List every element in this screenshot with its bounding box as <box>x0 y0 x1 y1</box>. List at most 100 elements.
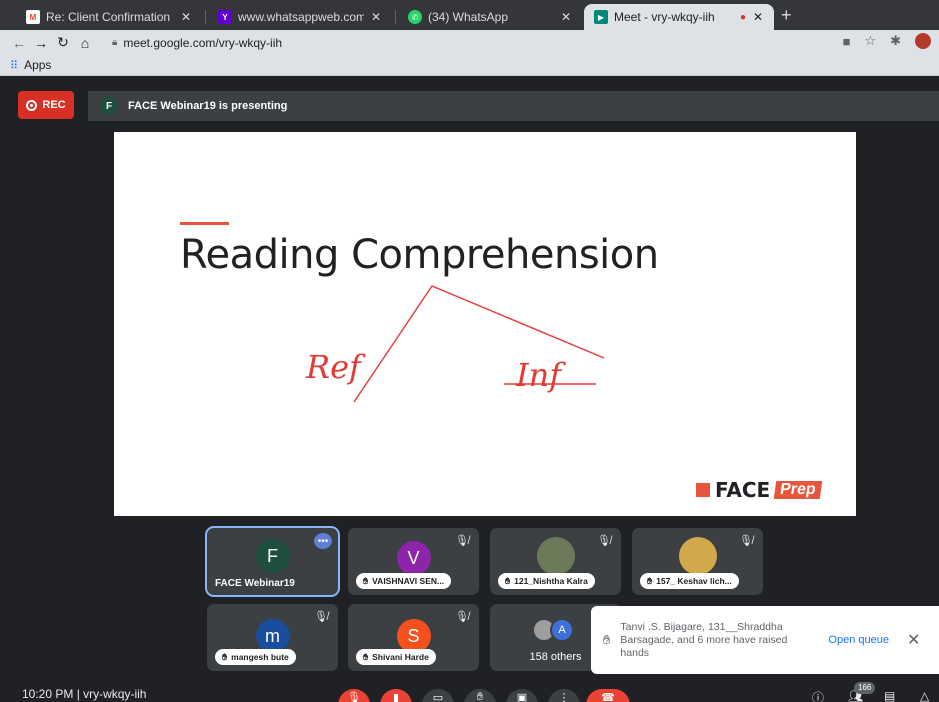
presenter-avatar: F <box>100 97 118 115</box>
camera-in-use-icon[interactable]: ■ <box>843 34 851 49</box>
tab-separator <box>395 10 396 24</box>
participant-name-chip: ✋︎ mangesh bute <box>215 649 296 665</box>
participant-tile[interactable]: F ••• FACE Webinar19 <box>205 526 340 597</box>
presenting-banner: F FACE Webinar19 is presenting <box>88 91 939 121</box>
open-queue-button[interactable]: Open queue <box>828 634 889 646</box>
mic-off-icon: 🎙︎̸ <box>455 535 469 547</box>
meeting-details-icon[interactable]: ⓘ <box>812 689 824 702</box>
meet-window: REC F FACE Webinar19 is presenting Readi… <box>0 76 939 702</box>
present-screen-icon: ▣ <box>516 692 528 702</box>
participant-name-chip: ✋︎ Shivani Harde <box>356 649 436 665</box>
raised-hand-icon: ✋︎ <box>603 632 611 647</box>
profile-avatar[interactable] <box>915 33 931 49</box>
captions-button[interactable]: ▭ <box>422 689 454 702</box>
record-icon <box>26 99 38 111</box>
chat-icon[interactable]: ▤ <box>884 689 895 702</box>
leave-call-button[interactable]: ☎︎ <box>586 689 630 702</box>
captions-icon: ▭ <box>432 692 444 702</box>
present-button[interactable]: ▣ <box>506 689 538 702</box>
raised-hand-icon: ✋︎ <box>505 575 511 586</box>
participant-tile[interactable]: 🎙︎̸ ✋︎ 157_ Keshav lich... <box>632 528 763 595</box>
raised-hand-icon: ✋︎ <box>363 651 369 662</box>
close-icon[interactable]: ✕ <box>180 10 192 24</box>
participant-tile[interactable]: 🎙︎̸ ✋︎ 121_Nishtha Kalra <box>490 528 621 595</box>
participant-count-badge: 166 <box>854 682 876 694</box>
tab-gmail[interactable]: M Re: Client Confirmation M ✕ <box>16 4 202 30</box>
more-vert-icon: ⋮ <box>558 692 570 702</box>
participant-name: FACE Webinar19 <box>215 578 295 589</box>
mic-off-icon: 🎙︎ <box>347 692 361 702</box>
participant-avatar: m <box>255 619 290 653</box>
participant-tile[interactable]: m 🎙︎̸ ✋︎ mangesh bute <box>207 604 338 671</box>
yahoo-icon: Y <box>218 10 232 24</box>
tab-strip: M Re: Client Confirmation M ✕ Y www.what… <box>0 0 939 30</box>
close-icon[interactable]: ✕ <box>560 10 572 24</box>
participant-tile[interactable]: S 🎙︎̸ ✋︎ Shivani Harde <box>348 604 479 671</box>
annotation-left: Ref <box>305 348 366 386</box>
participant-avatar: A <box>550 618 574 642</box>
mic-off-icon: 🎙︎̸ <box>597 535 611 547</box>
address-bar[interactable]: 🔒︎ meet.google.com/vry-wkqy-iih <box>112 33 282 52</box>
close-icon[interactable]: ✕ <box>907 630 920 650</box>
close-icon[interactable]: ✕ <box>752 10 764 24</box>
tab-meet[interactable]: ▶ Meet - vry-wkqy-iih ● ✕ <box>584 4 774 30</box>
raised-hand-icon: ✋︎ <box>363 575 369 586</box>
more-options-button[interactable]: ⋮ <box>548 689 580 702</box>
participant-photo <box>678 537 717 575</box>
apps-bookmark[interactable]: Apps <box>24 58 51 72</box>
reload-icon[interactable]: ↻ <box>52 34 74 51</box>
pen-annotation: Ref Inf <box>305 285 605 403</box>
whatsapp-icon: ✆ <box>408 10 422 24</box>
forward-arrow-icon[interactable]: → <box>30 35 52 51</box>
toolbar-actions: ■ ☆ ✱ <box>843 33 931 49</box>
raised-hand-icon: ✋︎ <box>647 575 653 586</box>
new-tab-button[interactable]: + <box>781 6 792 24</box>
raised-hand-icon: ✋︎ <box>222 651 228 662</box>
recording-button[interactable]: REC <box>18 91 74 119</box>
url-text: meet.google.com/vry-wkqy-iih <box>123 35 283 50</box>
raise-hand-button[interactable]: ✋︎ <box>464 689 496 702</box>
bookmark-star-icon[interactable]: ☆ <box>864 33 876 49</box>
raise-hand-icon: ✋︎ <box>476 691 484 702</box>
mic-off-icon: 🎙︎̸ <box>739 535 753 547</box>
tab-whatsapp[interactable]: ✆ (34) WhatsApp ✕ <box>398 4 582 30</box>
participant-name-chip: ✋︎ 121_Nishtha Kalra <box>498 573 595 589</box>
participant-name-chip: ✋︎ VAISHNAVI SEN... <box>356 573 452 589</box>
participant-avatar: F <box>255 539 290 573</box>
back-arrow-icon[interactable]: ← <box>8 35 30 51</box>
more-options-icon[interactable]: ••• <box>314 533 332 549</box>
tab-separator <box>205 10 206 24</box>
mic-toggle-button[interactable]: 🎙︎ <box>338 689 370 702</box>
presentation-slide: Reading Comprehension Ref Inf FACE Prep <box>114 132 856 516</box>
participant-avatar: V <box>396 541 431 575</box>
raised-hands-notification: ✋︎ Tanvi .S. Bijagare, 131__Shraddha Bar… <box>591 606 939 674</box>
home-icon[interactable]: ⌂ <box>74 35 96 51</box>
participant-name-chip: ✋︎ 157_ Keshav lich... <box>640 573 739 589</box>
face-prep-logo: FACE Prep <box>696 478 823 502</box>
hang-up-icon: ☎︎ <box>601 692 615 702</box>
tab-whatsappweb[interactable]: Y www.whatsappweb.com ✕ <box>208 4 392 30</box>
mic-off-icon: 🎙︎̸ <box>314 611 328 623</box>
gmail-icon: M <box>26 10 40 24</box>
mic-off-icon: 🎙︎̸ <box>455 611 469 623</box>
logo-mark-icon <box>696 483 710 497</box>
lock-icon: 🔒︎ <box>112 37 118 48</box>
participant-photo <box>536 537 575 575</box>
browser-toolbar: ← → ↻ ⌂ 🔒︎ meet.google.com/vry-wkqy-iih … <box>0 30 939 55</box>
presenting-text: FACE Webinar19 is presenting <box>128 100 288 112</box>
extensions-icon[interactable]: ✱ <box>890 33 901 49</box>
close-icon[interactable]: ✕ <box>370 10 382 24</box>
apps-grid-icon: ⠿ <box>10 59 19 72</box>
participant-avatar: S <box>396 619 431 653</box>
participant-tile[interactable]: V 🎙︎̸ ✋︎ VAISHNAVI SEN... <box>348 528 479 595</box>
others-avatars: A <box>532 618 574 642</box>
activities-icon[interactable]: △ <box>920 689 929 702</box>
meeting-time-and-code: 10:20 PM | vry-wkqy-iih <box>22 687 147 701</box>
camera-toggle-button[interactable]: ▮ <box>380 689 412 702</box>
bookmarks-bar: ⠿ Apps <box>0 55 939 76</box>
bottom-control-bar: 10:20 PM | vry-wkqy-iih 🎙︎ ▮ ▭ ✋︎ ▣ ⋮ ☎︎… <box>0 687 939 702</box>
annotation-right: Inf <box>515 356 566 394</box>
raised-hands-message: Tanvi .S. Bijagare, 131__Shraddha Barsag… <box>620 620 788 659</box>
camera-off-icon: ▮ <box>392 692 400 702</box>
meet-icon: ▶ <box>594 10 608 24</box>
